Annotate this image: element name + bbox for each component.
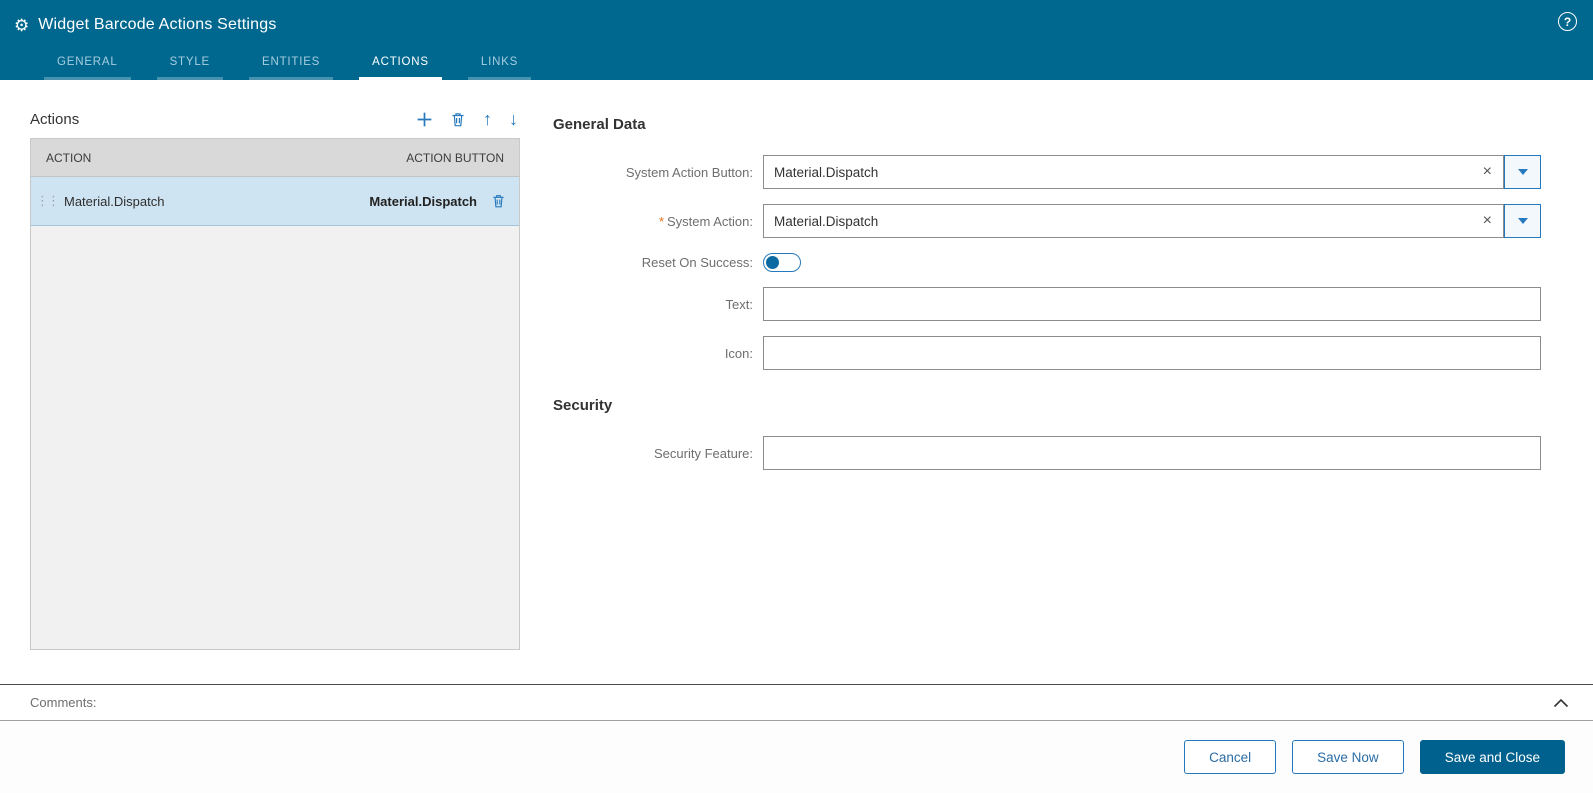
add-action-button[interactable] [416,111,433,128]
dropdown-button[interactable] [1504,204,1541,238]
tab-actions[interactable]: ACTIONS [359,48,442,80]
system-action-button-combobox: × [763,155,1541,189]
security-feature-label: Security Feature: [553,446,753,461]
save-and-close-button[interactable]: Save and Close [1420,740,1565,774]
save-now-button[interactable]: Save Now [1292,740,1404,774]
tab-links[interactable]: LINKS [468,48,531,80]
security-feature-field[interactable] [763,436,1541,470]
system-action-label: *System Action: [553,214,753,229]
move-up-icon[interactable]: ↑ [483,110,492,128]
chevron-down-icon [1518,218,1528,224]
help-icon[interactable]: ? [1558,12,1577,31]
row-delete-icon[interactable] [491,193,506,209]
clear-icon[interactable]: × [1472,213,1503,229]
gear-icon: ⚙ [14,17,29,34]
icon-label: Icon: [553,346,753,361]
actions-table: ACTION ACTION BUTTON ⋮⋮ Material.Dispatc… [30,138,520,650]
text-label: Text: [553,297,753,312]
required-asterisk: * [659,214,664,229]
settings-window: ⚙ Widget Barcode Actions Settings GENERA… [0,0,1593,793]
drag-handle-icon[interactable]: ⋮⋮ [31,193,64,209]
chevron-up-icon[interactable] [1549,694,1573,712]
cancel-button[interactable]: Cancel [1184,740,1276,774]
page-title: Widget Barcode Actions Settings [38,16,276,34]
icon-field[interactable] [763,336,1541,370]
delete-action-button[interactable] [450,111,466,128]
footer-bar: Cancel Save Now Save and Close [0,721,1593,793]
reset-on-success-label: Reset On Success: [553,255,753,270]
security-heading: Security [553,397,1571,414]
text-field[interactable] [763,287,1541,321]
dropdown-button[interactable] [1504,155,1541,189]
table-row[interactable]: ⋮⋮ Material.Dispatch Material.Dispatch [31,177,519,226]
tab-entities[interactable]: ENTITIES [249,48,333,80]
system-action-button-input[interactable] [764,156,1472,188]
comments-label: Comments: [30,695,1549,710]
action-cell: Material.Dispatch [64,194,369,209]
system-action-combobox: × [763,204,1541,238]
system-action-input[interactable] [764,205,1472,237]
main-content: Actions ↑ ↓ ACTION ACTION BUTTON [0,80,1593,684]
column-header-action: ACTION [31,151,406,165]
clear-icon[interactable]: × [1472,164,1503,180]
toggle-knob [766,256,779,269]
form-panel: General Data System Action Button: × *Sy… [520,110,1593,684]
header-bar: ⚙ Widget Barcode Actions Settings GENERA… [0,0,1593,80]
tab-style[interactable]: STYLE [157,48,223,80]
move-down-icon[interactable]: ↓ [509,110,518,128]
general-data-heading: General Data [553,116,1571,133]
actions-toolbar: ↑ ↓ [416,110,518,128]
action-button-cell: Material.Dispatch [369,194,477,209]
reset-on-success-toggle[interactable] [763,253,801,272]
column-header-action-button: ACTION BUTTON [406,151,519,165]
actions-list-empty-area [31,226,519,649]
actions-panel: Actions ↑ ↓ ACTION ACTION BUTTON [30,110,520,684]
comments-bar: Comments: [0,684,1593,721]
actions-table-header: ACTION ACTION BUTTON [31,139,519,177]
chevron-down-icon [1518,169,1528,175]
system-action-button-label: System Action Button: [553,165,753,180]
tab-general[interactable]: GENERAL [44,48,131,80]
actions-panel-title: Actions [30,111,79,128]
tab-bar: GENERAL STYLE ENTITIES ACTIONS LINKS [14,48,1577,80]
